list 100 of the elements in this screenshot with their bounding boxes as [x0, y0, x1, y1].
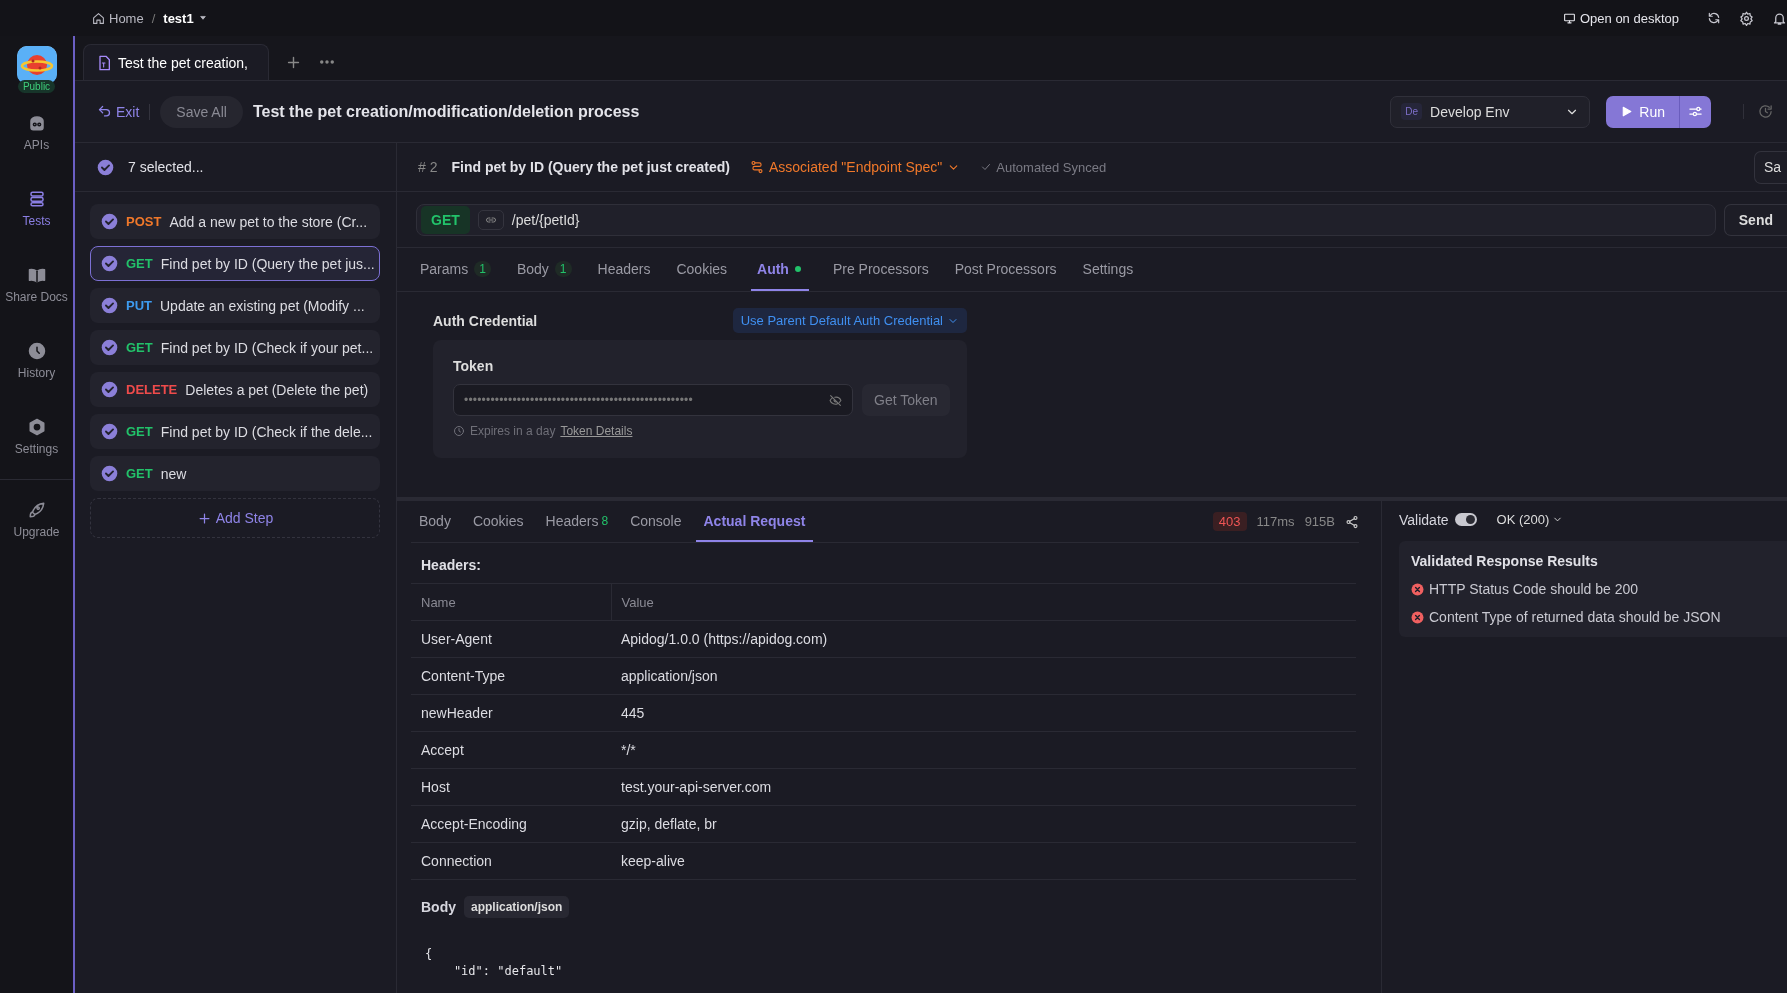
- result-text: Content Type of returned data should be JSON: [1429, 609, 1721, 625]
- checkbox[interactable]: [101, 381, 118, 398]
- check-icon: [980, 161, 993, 173]
- response-time: 117ms: [1256, 514, 1295, 529]
- step-item[interactable]: GET Find pet by ID (Query the pet jus...: [90, 246, 380, 281]
- request-tab[interactable]: Post Processors: [952, 248, 1059, 291]
- count-badge: 1: [554, 260, 572, 277]
- response-tab[interactable]: Console: [622, 501, 690, 542]
- response-tab[interactable]: Cookies: [464, 501, 532, 542]
- request-tab[interactable]: Auth: [751, 248, 809, 291]
- nav-item[interactable]: Tests: [0, 171, 73, 247]
- table-cell: 445: [611, 694, 1356, 732]
- settings-icon: [27, 418, 46, 436]
- table-cell: Connection: [411, 842, 611, 880]
- response-tab[interactable]: Body: [411, 501, 459, 542]
- sync-status: Automated Synced: [996, 159, 1107, 175]
- response-tab[interactable]: Actual Request: [695, 501, 814, 542]
- nav-item[interactable]: Share Docs: [0, 247, 73, 323]
- document-tab[interactable]: Test the pet creation,: [83, 44, 269, 80]
- step-item[interactable]: GET Find pet by ID (Check if your pet...: [90, 330, 380, 365]
- settings-icon[interactable]: [1739, 10, 1754, 26]
- checkbox[interactable]: [101, 297, 118, 314]
- request-tab[interactable]: Headers: [595, 248, 653, 291]
- request-tab[interactable]: Pre Processors: [830, 248, 931, 291]
- token-details-link[interactable]: Token Details: [560, 424, 633, 438]
- checkbox[interactable]: [101, 339, 118, 356]
- validate-toggle[interactable]: [1454, 513, 1477, 526]
- section-label: Auth Credential: [433, 312, 538, 329]
- request-tab[interactable]: Body 1: [514, 248, 574, 291]
- step-number: # 2: [418, 159, 438, 175]
- scenario-title: Test the pet creation/modification/deletion process: [252, 102, 641, 121]
- nav-item[interactable]: History: [0, 323, 73, 399]
- checkbox[interactable]: [101, 213, 118, 230]
- table-cell: application/json: [611, 657, 1356, 695]
- step-name: Find pet by ID (Check if your pet...: [160, 339, 374, 356]
- save-all-button[interactable]: Save All: [160, 95, 243, 128]
- table-cell: test.your-api-server.com: [611, 768, 1356, 806]
- method-label: GET: [126, 466, 153, 481]
- open-desktop-button[interactable]: Open on desktop: [1556, 9, 1685, 27]
- request-tab[interactable]: Params 1: [418, 248, 493, 291]
- refresh-icon[interactable]: [1707, 11, 1721, 25]
- step-name: Find pet by ID (Query the pet jus...: [160, 255, 375, 272]
- step-item[interactable]: GET new: [90, 456, 380, 491]
- nav-item[interactable]: Settings: [0, 399, 73, 475]
- table-cell: User-Agent: [411, 620, 611, 658]
- auth-mode-dropdown[interactable]: Use Parent Default Auth Credential: [732, 308, 967, 333]
- share-icon[interactable]: [1345, 514, 1359, 529]
- request-tab[interactable]: Cookies: [674, 248, 730, 291]
- section-heading: Body: [421, 899, 456, 915]
- method-label: POST: [126, 214, 162, 229]
- step-name: Add a new pet to the store (Cr...: [169, 213, 368, 230]
- history-icon: [27, 342, 46, 360]
- checkbox[interactable]: [101, 255, 118, 272]
- rocket-icon: [27, 501, 46, 519]
- environment-selector[interactable]: De Develop Env: [1390, 95, 1591, 128]
- add-step-button[interactable]: Add Step: [90, 498, 380, 538]
- plus-icon: [196, 510, 212, 526]
- visibility-badge: Public: [17, 80, 56, 93]
- exit-button[interactable]: Exit: [97, 103, 151, 120]
- header-count: 8: [601, 513, 609, 528]
- selection-count: 7 selected...: [128, 159, 204, 175]
- column-header: Name: [411, 583, 611, 621]
- step-name: Deletes a pet (Delete the pet): [185, 381, 369, 398]
- get-token-button[interactable]: Get Token: [862, 384, 950, 416]
- nav-item[interactable]: APIs: [0, 95, 73, 171]
- history-icon[interactable]: [1758, 104, 1773, 119]
- token-field[interactable]: ••••••••••••••••••••••••••••••••••••••••••••••••••••: [453, 384, 853, 416]
- checkbox[interactable]: [101, 423, 118, 440]
- table-cell: gzip, deflate, br: [611, 805, 1356, 843]
- table-cell: newHeader: [411, 694, 611, 732]
- table-cell: Content-Type: [411, 657, 611, 695]
- project-selector[interactable]: test1: [163, 10, 194, 26]
- eye-off-icon[interactable]: [829, 393, 842, 407]
- tests-icon: [27, 190, 46, 208]
- section-heading: Headers:: [420, 556, 482, 575]
- step-item[interactable]: POST Add a new pet to the store (Cr...: [90, 204, 380, 239]
- response-dropdown[interactable]: OK (200): [1490, 511, 1570, 528]
- step-item[interactable]: PUT Update an existing pet (Modify ...: [90, 288, 380, 323]
- step-item[interactable]: GET Find pet by ID (Check if the dele...: [90, 414, 380, 449]
- route-icon: [749, 160, 764, 174]
- method-label: GET: [126, 424, 153, 439]
- association-dropdown[interactable]: Associated "Endpoint Spec": [743, 158, 967, 176]
- caret-icon: [197, 13, 208, 23]
- response-tab[interactable]: Headers 8: [537, 501, 617, 542]
- apis-icon: [27, 114, 46, 132]
- step-item[interactable]: DELETE Deletes a pet (Delete the pet): [90, 372, 380, 407]
- sliders-icon: [1688, 104, 1703, 119]
- breadcrumb-link[interactable]: Home: [109, 10, 144, 26]
- expiry-text: Expires in a day: [470, 424, 556, 438]
- upgrade-button[interactable]: Upgrade: [0, 490, 73, 550]
- save-button[interactable]: Sa: [1753, 150, 1787, 184]
- checkbox[interactable]: [101, 465, 118, 482]
- url-field[interactable]: GET /pet/{petId}: [416, 203, 1716, 236]
- notifications-icon[interactable]: [1772, 10, 1787, 26]
- method-label: GET: [126, 256, 153, 271]
- send-button[interactable]: Send: [1723, 203, 1787, 236]
- request-tab[interactable]: Settings: [1080, 248, 1136, 291]
- table-cell: Accept-Encoding: [411, 805, 611, 843]
- checkbox[interactable]: [97, 158, 114, 176]
- table-cell: Accept: [411, 731, 611, 769]
